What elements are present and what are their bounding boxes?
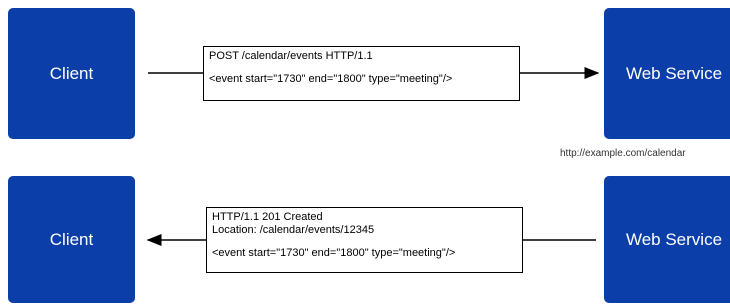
- client-node-bottom: Client: [8, 176, 135, 303]
- response-status-line: HTTP/1.1 201 Created: [212, 211, 323, 223]
- request-body: <event start="1730" end="1800" type="mee…: [209, 73, 453, 85]
- client-node-top: Client: [8, 8, 135, 139]
- web-service-node-bottom: Web Service: [604, 176, 730, 303]
- web-service-label: Web Service: [625, 229, 723, 249]
- client-label: Client: [49, 229, 94, 249]
- client-label: Client: [49, 63, 94, 83]
- http-request-message: POST /calendar/events HTTP/1.1 <event st…: [203, 46, 520, 101]
- service-url: http://example.com/calendar: [560, 148, 686, 159]
- request-line: POST /calendar/events HTTP/1.1: [209, 50, 373, 62]
- response-location-header: Location: /calendar/events/12345: [212, 224, 375, 236]
- web-service-node-top: Web Service: [604, 8, 730, 139]
- response-body: <event start="1730" end="1800" type="mee…: [212, 247, 456, 259]
- http-response-message: HTTP/1.1 201 Created Location: /calendar…: [206, 207, 523, 273]
- web-service-label: Web Service: [625, 63, 723, 83]
